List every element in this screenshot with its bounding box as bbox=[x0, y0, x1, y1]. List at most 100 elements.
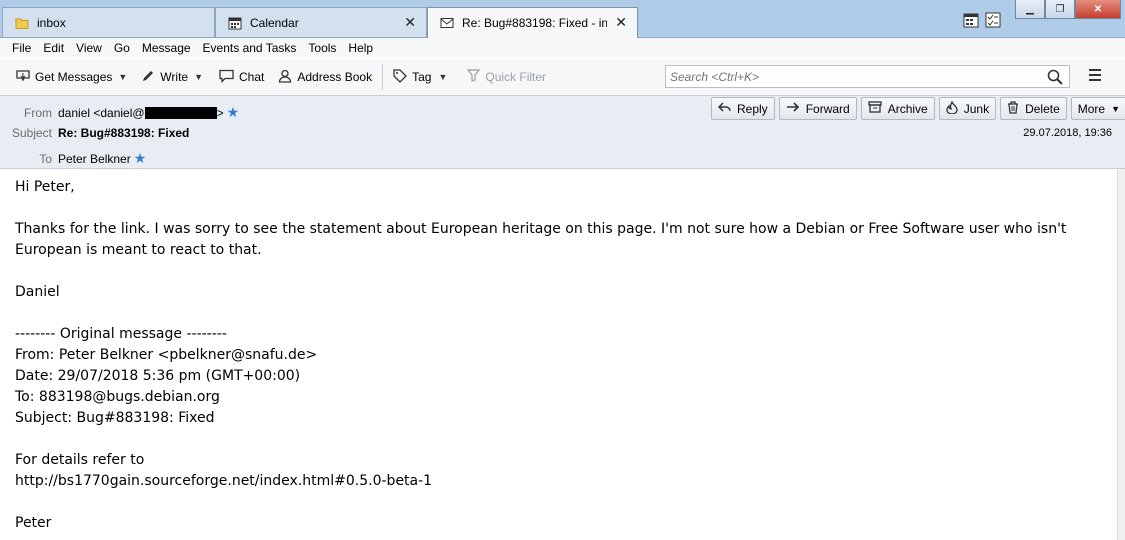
body-line: From: Peter Belkner <pbelkner@snafu.de> bbox=[15, 347, 318, 363]
message-actions: Reply Forward Archive Junk Delete More ▼ bbox=[711, 97, 1125, 120]
menu-tools[interactable]: Tools bbox=[302, 41, 342, 55]
message-body: Hi Peter, Thanks for the link. I was sor… bbox=[0, 169, 1117, 540]
chevron-down-icon[interactable]: ▼ bbox=[194, 72, 203, 82]
tab-label: Calendar bbox=[250, 15, 299, 30]
search-input[interactable] bbox=[666, 68, 1047, 85]
menu-edit[interactable]: Edit bbox=[37, 41, 70, 55]
junk-label: Junk bbox=[963, 101, 990, 116]
from-end: > bbox=[216, 105, 224, 120]
menu-file[interactable]: File bbox=[0, 41, 37, 55]
search-field[interactable] bbox=[665, 65, 1070, 88]
body-line: http://bs1770gain.sourceforge.net/index.… bbox=[15, 473, 433, 489]
body-line: Date: 29/07/2018 5:36 pm (GMT+00:00) bbox=[15, 368, 301, 384]
more-button[interactable]: More ▼ bbox=[1070, 97, 1125, 120]
body-line: Thanks for the link. I was sorry to see … bbox=[15, 221, 1067, 237]
search-icon[interactable] bbox=[1047, 69, 1063, 85]
body-line bbox=[15, 492, 1102, 513]
tab-label: inbox bbox=[37, 15, 66, 30]
body-line: -------- Original message -------- bbox=[15, 326, 227, 342]
menu-view[interactable]: View bbox=[70, 41, 108, 55]
chat-label: Chat bbox=[239, 70, 265, 84]
reply-label: Reply bbox=[737, 101, 768, 116]
calendar-icon[interactable] bbox=[963, 12, 979, 31]
body-line: Hi Peter, bbox=[15, 179, 75, 195]
to-label: To bbox=[39, 151, 52, 166]
window-controls: ▁ ❐ ✕ bbox=[1015, 0, 1121, 19]
archive-button[interactable]: Archive bbox=[860, 97, 935, 120]
title-icons bbox=[963, 12, 1001, 31]
tab-label: Re: Bug#883198: Fixed - inbc bbox=[462, 16, 607, 30]
chat-icon bbox=[219, 69, 234, 86]
tasks-icon[interactable] bbox=[985, 12, 1001, 31]
reply-button[interactable]: Reply bbox=[711, 97, 775, 120]
menu-help[interactable]: Help bbox=[342, 41, 379, 55]
minimize-button[interactable]: ▁ bbox=[1015, 0, 1045, 19]
delete-label: Delete bbox=[1025, 101, 1060, 116]
to-name[interactable]: Peter Belkner bbox=[58, 152, 131, 166]
subject-row: Subject Re: Bug#883198: Fixed bbox=[0, 126, 189, 140]
junk-button[interactable]: Junk bbox=[938, 97, 997, 120]
tab-message[interactable]: Re: Bug#883198: Fixed - inbc ✕ bbox=[427, 7, 638, 38]
to-row: To Peter Belkner ★ bbox=[0, 150, 146, 167]
maximize-button[interactable]: ❐ bbox=[1045, 0, 1075, 19]
folder-icon bbox=[15, 16, 29, 30]
body-line bbox=[15, 261, 1102, 282]
main-toolbar: Get Messages ▼ Write ▼ Chat Address Book… bbox=[0, 59, 1125, 96]
star-icon[interactable]: ★ bbox=[134, 150, 147, 167]
delete-button[interactable]: Delete bbox=[1000, 97, 1067, 120]
star-icon[interactable]: ★ bbox=[227, 104, 240, 121]
tab-bar: inbox Calendar ✕ Re: Bug#883198: Fixed -… bbox=[0, 0, 1125, 38]
forward-icon bbox=[786, 101, 800, 116]
archive-icon bbox=[868, 101, 882, 116]
chevron-down-icon[interactable]: ▼ bbox=[118, 72, 127, 82]
trash-icon bbox=[1007, 100, 1019, 117]
message-date: 29.07.2018, 19:36 bbox=[1023, 127, 1112, 139]
menu-message[interactable]: Message bbox=[136, 41, 197, 55]
menu-go[interactable]: Go bbox=[108, 41, 136, 55]
get-messages-button[interactable]: Get Messages bbox=[12, 65, 116, 89]
app-menu-icon[interactable] bbox=[1089, 69, 1101, 81]
redacted-block bbox=[144, 106, 217, 119]
menu-events-and-tasks[interactable]: Events and Tasks bbox=[197, 41, 303, 55]
from-name[interactable]: daniel <daniel@ bbox=[58, 106, 145, 120]
more-label: More bbox=[1077, 101, 1106, 116]
body-line: Subject: Bug#883198: Fixed bbox=[15, 410, 215, 426]
tab-calendar[interactable]: Calendar ✕ bbox=[215, 7, 427, 37]
close-window-button[interactable]: ✕ bbox=[1075, 0, 1121, 19]
reply-icon bbox=[717, 101, 731, 116]
pencil-icon bbox=[141, 69, 155, 86]
download-icon bbox=[16, 69, 30, 86]
scrollbar[interactable] bbox=[1117, 169, 1125, 540]
quick-filter-button[interactable]: Quick Filter bbox=[463, 65, 550, 89]
address-book-button[interactable]: Address Book bbox=[274, 65, 376, 89]
chat-button[interactable]: Chat bbox=[215, 65, 268, 89]
contact-icon bbox=[278, 69, 292, 86]
body-line bbox=[15, 198, 1102, 219]
tab-inbox[interactable]: inbox bbox=[2, 7, 215, 37]
chevron-down-icon: ▼ bbox=[1111, 103, 1121, 114]
from-row: From daniel <daniel@ > ★ bbox=[0, 104, 239, 121]
toolbar-separator bbox=[382, 64, 384, 90]
body-line: Peter bbox=[15, 515, 52, 531]
message-header: From daniel <daniel@ > ★ Subject Re: Bug… bbox=[0, 96, 1125, 169]
subject-label: Subject bbox=[11, 126, 52, 140]
from-label: From bbox=[24, 105, 52, 120]
address-book-label: Address Book bbox=[297, 70, 373, 84]
forward-button[interactable]: Forward bbox=[778, 97, 857, 120]
close-icon[interactable]: ✕ bbox=[404, 14, 416, 31]
chevron-down-icon: ▼ bbox=[438, 72, 448, 82]
body-line: To: 883198@bugs.debian.org bbox=[15, 389, 220, 405]
tag-button[interactable]: Tag ▼ bbox=[389, 65, 451, 89]
forward-label: Forward bbox=[805, 101, 850, 116]
subject-text: Re: Bug#883198: Fixed bbox=[58, 126, 190, 140]
get-messages-label: Get Messages bbox=[35, 70, 113, 84]
body-line: European is meant to react to that. bbox=[15, 242, 262, 258]
body-line bbox=[15, 303, 1102, 324]
write-button[interactable]: Write bbox=[137, 65, 192, 89]
close-icon[interactable]: ✕ bbox=[615, 14, 627, 31]
body-line: Daniel bbox=[15, 284, 60, 300]
quick-filter-label: Quick Filter bbox=[485, 70, 547, 84]
flame-icon bbox=[946, 99, 958, 117]
body-line bbox=[15, 429, 1102, 450]
archive-label: Archive bbox=[887, 101, 928, 116]
